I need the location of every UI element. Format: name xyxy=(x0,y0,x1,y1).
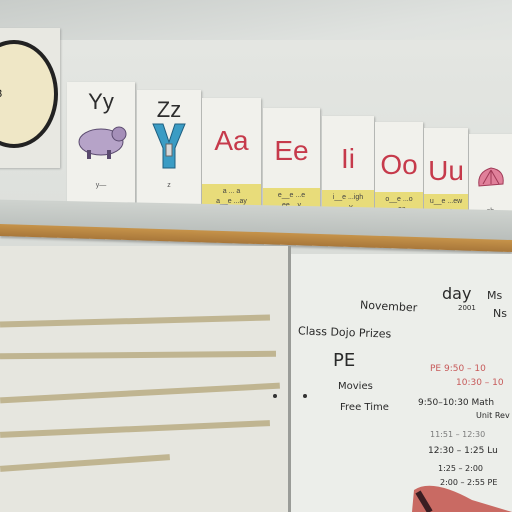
shell-picture xyxy=(477,167,504,187)
yak-picture xyxy=(78,126,127,159)
card-letters: Aa xyxy=(214,125,249,156)
card-letters: Oo xyxy=(380,149,418,180)
letter-card-z: Zz z xyxy=(137,90,201,214)
prize-item: PE xyxy=(333,350,356,371)
prize-item: Free Time xyxy=(340,402,389,413)
tape-strip xyxy=(0,420,271,438)
schedule-line: PE 9:50 – 10 xyxy=(430,364,486,374)
letter-card-y: Yy y— xyxy=(67,82,135,212)
card-sample: y— xyxy=(95,182,107,189)
schedule-line: 1:25 – 2:00 xyxy=(438,464,484,473)
prize-item: Movies xyxy=(338,381,373,392)
zipper-picture xyxy=(152,123,186,169)
card-letters: Uu xyxy=(428,155,464,186)
left-whiteboard xyxy=(0,246,291,512)
card-letters: Yy xyxy=(88,89,114,114)
tape-strip xyxy=(0,382,280,404)
tape-strip xyxy=(0,314,271,328)
schedule-line: 11:51 – 12:30 xyxy=(430,430,486,439)
board-ms: Ms xyxy=(487,289,503,302)
board-year: 2001 xyxy=(458,304,476,312)
magnet-dot xyxy=(273,394,277,398)
schedule-line: 10:30 – 10 xyxy=(456,378,504,388)
tape-strip xyxy=(0,454,171,472)
card-letters: Ii xyxy=(341,143,355,174)
card-letters: Zz xyxy=(156,97,182,122)
tape-strip xyxy=(0,350,277,360)
schedule-line: 9:50–10:30 Math xyxy=(418,398,495,408)
schedule-line: 12:30 – 1:25 Lu xyxy=(428,446,498,456)
board-ns: Ns xyxy=(493,307,507,320)
card-letters: Ee xyxy=(274,135,309,166)
classroom-scene: 1 2 3 4 5 Yy y— Zz z Aa xyxy=(0,0,512,512)
card-sample: z xyxy=(167,182,171,189)
schedule-line: Unit Rev xyxy=(476,411,510,420)
board-day: day xyxy=(442,284,472,303)
letter-card-a: Aa a ... a a__e ...ay xyxy=(202,98,261,218)
chair-back xyxy=(412,485,512,512)
magnet-dot xyxy=(303,394,307,398)
